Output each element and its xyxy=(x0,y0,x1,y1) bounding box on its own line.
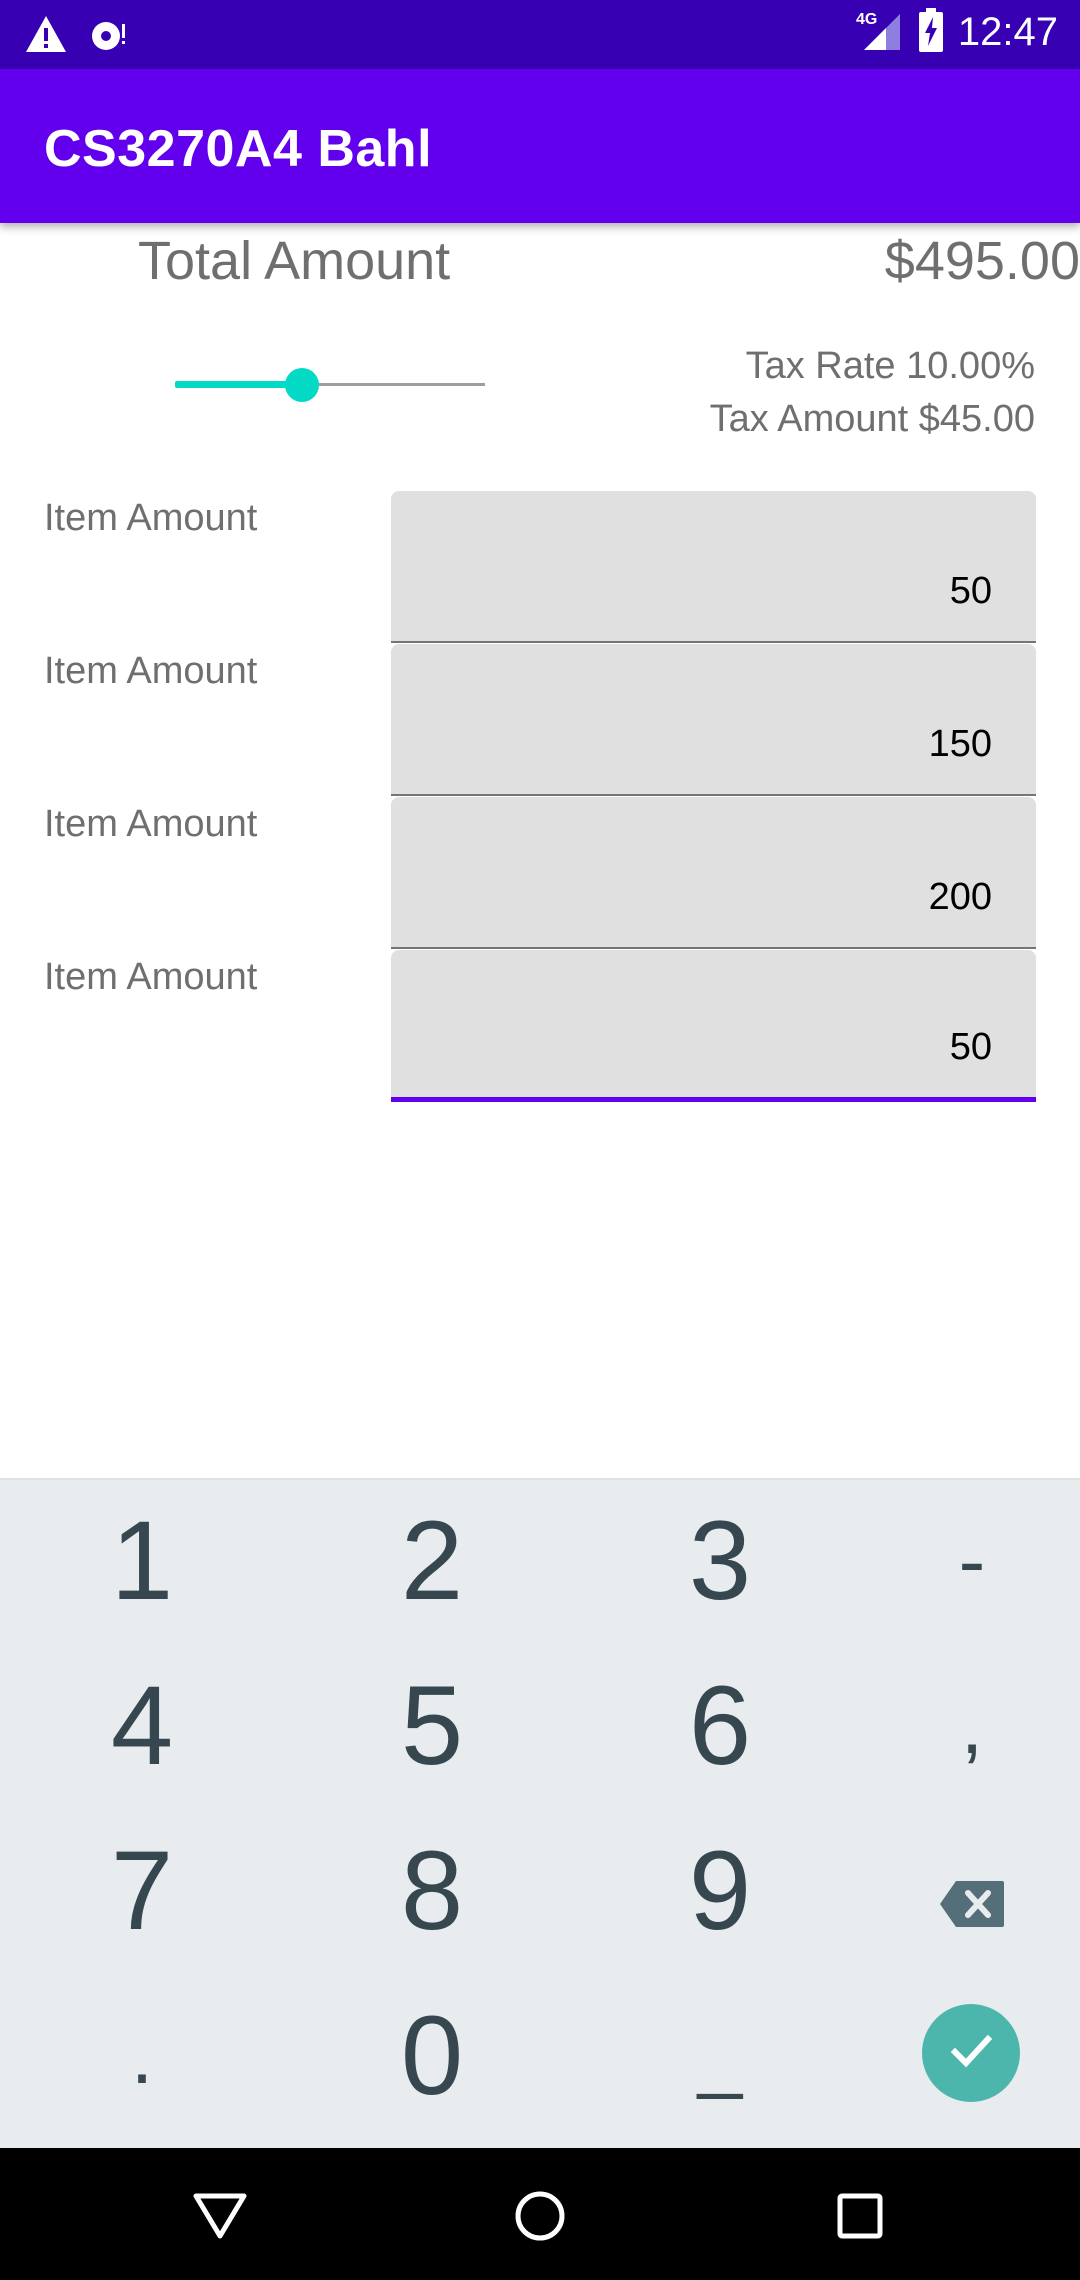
warning-icon xyxy=(24,14,68,59)
key-decimal[interactable]: . xyxy=(7,1973,277,2138)
key-4[interactable]: 4 xyxy=(7,1643,277,1808)
signal-icon: 4G xyxy=(854,8,904,57)
backspace-icon xyxy=(938,1826,1006,1955)
app-bar: CS3270A4 Bahl xyxy=(0,69,1080,223)
slider-thumb[interactable] xyxy=(285,368,320,402)
home-button[interactable] xyxy=(510,2188,570,2248)
home-circle-icon xyxy=(514,2190,566,2247)
recents-square-icon xyxy=(836,2192,884,2245)
tax-rate-slider[interactable] xyxy=(175,365,485,405)
slider-fill xyxy=(175,381,303,388)
key-1[interactable]: 1 xyxy=(7,1478,277,1643)
key-8[interactable]: 8 xyxy=(297,1808,567,1973)
status-time: 12:47 xyxy=(957,10,1058,54)
tax-amount-text: Tax Amount $45.00 xyxy=(709,398,1035,440)
key-9[interactable]: 9 xyxy=(585,1808,855,1973)
item-amount-field[interactable]: 150 xyxy=(391,644,1036,796)
check-icon xyxy=(945,2025,997,2082)
back-button[interactable] xyxy=(190,2188,250,2248)
item-amount-label: Item Amount xyxy=(44,803,258,845)
item-amount-field[interactable]: 50 xyxy=(391,950,1036,1102)
key-6[interactable]: 6 xyxy=(585,1643,855,1808)
app-title: CS3270A4 Bahl xyxy=(44,120,433,178)
recents-button[interactable] xyxy=(830,2188,890,2248)
item-amount-label: Item Amount xyxy=(44,956,258,998)
back-triangle-icon xyxy=(192,2192,248,2245)
key-minus[interactable]: - xyxy=(837,1478,1080,1643)
key-backspace[interactable] xyxy=(837,1808,1080,1973)
item-amount-label: Item Amount xyxy=(44,497,258,539)
done-button[interactable] xyxy=(922,2004,1020,2102)
item-amount-value: 150 xyxy=(928,723,992,765)
item-amount-field[interactable]: 50 xyxy=(391,491,1036,643)
key-underscore[interactable]: _ xyxy=(585,1973,855,2138)
key-7[interactable]: 7 xyxy=(7,1808,277,1973)
key-comma[interactable]: , xyxy=(837,1643,1080,1808)
key-3[interactable]: 3 xyxy=(585,1478,855,1643)
item-amount-label: Item Amount xyxy=(44,650,258,692)
total-amount-label: Total Amount xyxy=(138,231,451,291)
sync-disk-icon xyxy=(88,14,132,59)
item-amount-value: 50 xyxy=(949,570,992,612)
total-amount-value: $495.00 xyxy=(884,231,1080,291)
key-0[interactable]: 0 xyxy=(297,1973,567,2138)
key-5[interactable]: 5 xyxy=(297,1643,567,1808)
tax-rate-text: Tax Rate 10.00% xyxy=(745,345,1035,387)
screen: 4G 12:47 CS3270A4 Bahl Total Amount $495… xyxy=(0,0,1080,2280)
battery-charging-icon xyxy=(918,8,944,57)
navigation-bar xyxy=(0,2148,1080,2280)
item-amount-value: 50 xyxy=(949,1026,992,1068)
status-bar: 4G 12:47 xyxy=(0,0,1080,69)
item-amount-field[interactable]: 200 xyxy=(391,797,1036,949)
item-amount-value: 200 xyxy=(928,876,992,918)
key-2[interactable]: 2 xyxy=(297,1478,567,1643)
network-label: 4G xyxy=(856,11,877,28)
